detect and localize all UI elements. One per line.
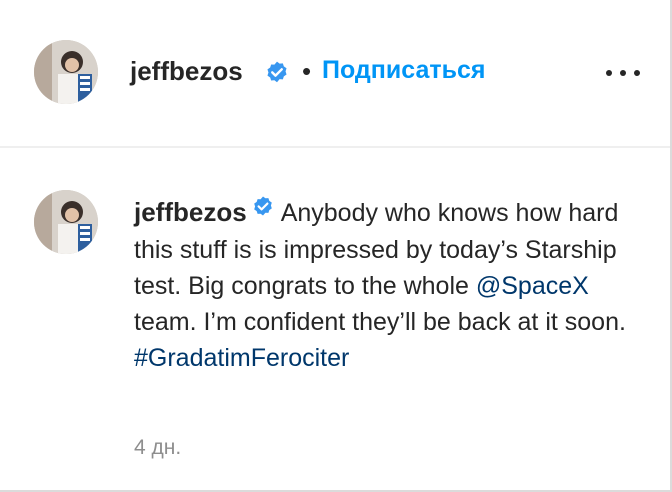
mention-link[interactable]: @SpaceX (476, 272, 589, 300)
follow-button[interactable]: Подписаться (322, 56, 485, 85)
caption-text: jeffbezos Anybody who knows how hard this… (134, 194, 654, 376)
verified-badge-icon (264, 60, 290, 91)
post-header: jeffbezos • Подписаться (0, 0, 670, 148)
verified-badge-icon (251, 193, 275, 229)
comment-username[interactable]: jeffbezos (134, 197, 247, 227)
hashtag-link[interactable]: #GradatimFerociter (134, 344, 349, 372)
post-panel: jeffbezos • Подписаться jeffbezos Anybod… (0, 0, 672, 492)
separator-dot: • (302, 56, 312, 86)
header-username[interactable]: jeffbezos (130, 56, 243, 87)
avatar[interactable] (34, 40, 98, 104)
avatar[interactable] (34, 190, 98, 254)
caption-body-end: team. I’m confident they’ll be back at i… (134, 308, 626, 337)
timestamp[interactable]: 4 дн. (134, 436, 181, 460)
more-options-icon[interactable] (606, 60, 640, 86)
